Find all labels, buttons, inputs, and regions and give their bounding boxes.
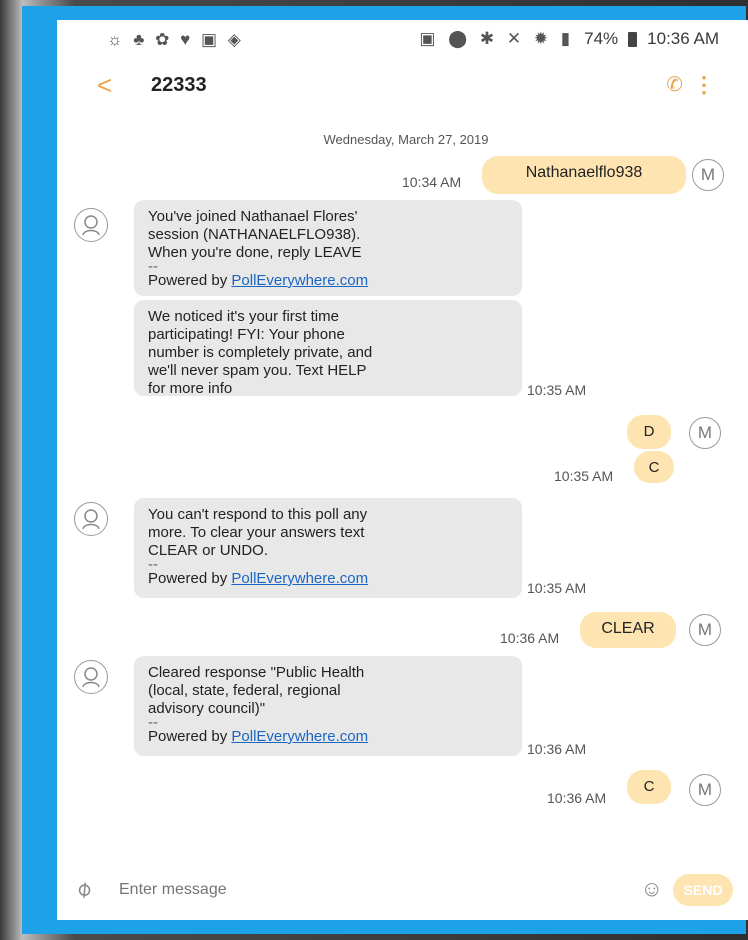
contact-avatar [74, 660, 108, 694]
message-line: Cleared response "Public Health [148, 664, 365, 681]
message-line: We noticed it's your first time [148, 308, 339, 325]
contact-avatar [74, 208, 108, 242]
contact-avatar [74, 502, 108, 536]
sender-avatar: M [689, 614, 721, 646]
message-timestamp: 10:36 AM [500, 630, 560, 646]
date-divider: Wednesday, March 27, 2019 [323, 132, 489, 147]
powered-by-line: Powered by PollEverywhere.com [148, 272, 512, 290]
poll-everywhere-link[interactable]: PollEverywhere.com [231, 272, 368, 289]
message-input[interactable] [117, 880, 521, 900]
person-icon [82, 667, 100, 688]
message-separator: -- [148, 258, 158, 275]
message-timestamp: 10:35 AM [554, 468, 614, 484]
compose-bar: ⌀ ☺ SEND [57, 860, 748, 920]
message-line: session (NATHANAELFLO938). [148, 226, 361, 243]
message-line: You can't respond to this poll any [148, 506, 368, 523]
outgoing-message[interactable]: Nathanaelflo938 [482, 156, 686, 194]
message-timestamp: 10:36 AM [527, 741, 587, 757]
message-line: CLEAR or UNDO. [148, 542, 269, 559]
contact-name: 22333 [151, 74, 207, 96]
phone-screen: ☼ ♣ ✿ ♥ ▣ ◈ ▣ ⬤ ✱ ✕ ✹ ▮ 74% 10:36 AM < 2… [57, 20, 748, 920]
battery-level: 74% [584, 29, 619, 48]
message-line: advisory council)" [148, 700, 266, 717]
message-line: You've joined Nathanael Flores' [148, 208, 358, 225]
message-line: for more info [148, 380, 233, 397]
poll-everywhere-link[interactable]: PollEverywhere.com [231, 570, 368, 587]
sender-avatar: M [689, 774, 721, 806]
sender-avatar: M [692, 159, 724, 191]
battery-icon [628, 31, 638, 47]
outgoing-message[interactable]: C [627, 770, 671, 804]
conversation-header: < 22333 ✆ ⋮ [57, 60, 748, 110]
incoming-message[interactable]: Cleared response "Public Health (local, … [134, 656, 522, 756]
notification-icons: ☼ ♣ ✿ ♥ ▣ ◈ [107, 30, 244, 49]
send-button[interactable]: SEND [673, 874, 733, 906]
person-icon [82, 215, 100, 236]
message-timestamp: 10:36 AM [547, 790, 607, 806]
status-right: ▣ ⬤ ✱ ✕ ✹ ▮ 74% 10:36 AM [419, 29, 719, 49]
person-icon [82, 509, 100, 530]
message-line: we'll never spam you. Text HELP [148, 362, 367, 379]
message-timestamp: 10:34 AM [402, 174, 462, 190]
outgoing-message[interactable]: C [634, 451, 674, 483]
outgoing-message[interactable]: CLEAR [580, 612, 676, 648]
more-options-icon[interactable]: ⋮ [693, 72, 715, 98]
message-line: number is completely private, and [148, 344, 373, 361]
clock: 10:36 AM [647, 29, 719, 48]
sender-avatar: M [689, 417, 721, 449]
powered-by-line: Powered by PollEverywhere.com [148, 570, 512, 588]
message-timestamp: 10:35 AM [527, 382, 587, 398]
powered-by-line: Powered by PollEverywhere.com [148, 728, 512, 746]
slide-frame: ☼ ♣ ✿ ♥ ▣ ◈ ▣ ⬤ ✱ ✕ ✹ ▮ 74% 10:36 AM < 2… [22, 6, 748, 934]
outgoing-message[interactable]: D [627, 415, 671, 449]
message-line: When you're done, reply LEAVE [148, 244, 362, 261]
powered-by-label: Powered by [148, 728, 228, 745]
back-arrow-icon[interactable]: < [97, 70, 112, 101]
message-line: (local, state, federal, regional [148, 682, 341, 699]
poll-everywhere-link[interactable]: PollEverywhere.com [231, 728, 368, 745]
powered-by-label: Powered by [148, 272, 228, 289]
incoming-message[interactable]: You can't respond to this poll any more.… [134, 498, 522, 598]
message-separator: -- [148, 714, 158, 731]
incoming-message[interactable]: We noticed it's your first time particip… [134, 300, 522, 397]
message-line: participating! FYI: Your phone [148, 326, 345, 343]
status-bar: ☼ ♣ ✿ ♥ ▣ ◈ ▣ ⬤ ✱ ✕ ✹ ▮ 74% 10:36 AM [57, 20, 748, 60]
incoming-message[interactable]: You've joined Nathanael Flores' session … [134, 200, 522, 296]
powered-by-label: Powered by [148, 570, 228, 587]
phone-icon[interactable]: ✆ [666, 72, 683, 97]
message-line: more. To clear your answers text [148, 524, 365, 541]
emoji-icon[interactable]: ☺ [641, 876, 663, 902]
message-timestamp: 10:35 AM [527, 580, 587, 596]
message-separator: -- [148, 556, 158, 573]
paperclip-icon[interactable]: ⌀ [70, 875, 97, 903]
system-icons: ▣ ⬤ ✱ ✕ ✹ ▮ [419, 29, 575, 48]
